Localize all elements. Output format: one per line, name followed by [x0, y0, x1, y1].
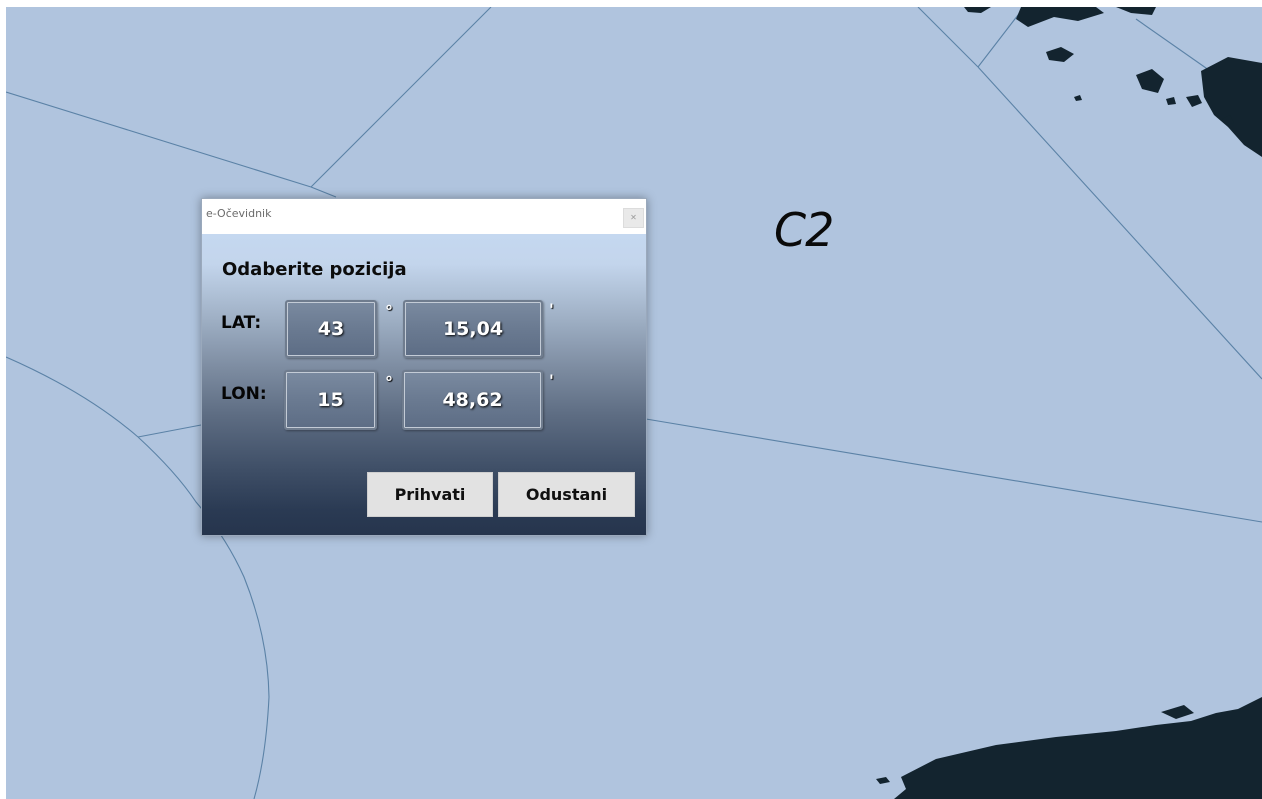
lon-minutes-input[interactable]: 48,62: [402, 370, 543, 430]
accept-button[interactable]: Prihvati: [367, 472, 493, 517]
lon-degrees-input[interactable]: 15: [284, 370, 377, 430]
lon-label: LON:: [221, 384, 267, 404]
cancel-button[interactable]: Odustani: [498, 472, 635, 517]
dialog-title: e-Očevidnik: [206, 207, 272, 220]
dialog-heading: Odaberite pozicija: [222, 259, 407, 280]
close-button[interactable]: ✕: [623, 208, 644, 228]
position-dialog: e-Očevidnik ✕ Odaberite pozicija LAT: 43…: [201, 198, 647, 536]
app-window: C2 e-Očevidnik ✕ Odaberite pozicija LAT:…: [0, 0, 1262, 799]
lon-minute-symbol: ': [549, 371, 554, 390]
lat-degree-symbol: °: [385, 302, 393, 321]
lat-minute-symbol: ': [549, 300, 554, 319]
lat-label: LAT:: [221, 313, 262, 333]
lat-degrees-input[interactable]: 43: [285, 300, 377, 358]
zone-label: C2: [774, 203, 834, 257]
close-icon: ✕: [630, 213, 637, 222]
lat-minutes-input[interactable]: 15,04: [403, 300, 543, 358]
dialog-titlebar[interactable]: e-Očevidnik ✕: [202, 199, 646, 234]
lon-degree-symbol: °: [385, 373, 393, 392]
dialog-body: Odaberite pozicija LAT: 43 ° 15,04 ' LON…: [202, 234, 646, 535]
